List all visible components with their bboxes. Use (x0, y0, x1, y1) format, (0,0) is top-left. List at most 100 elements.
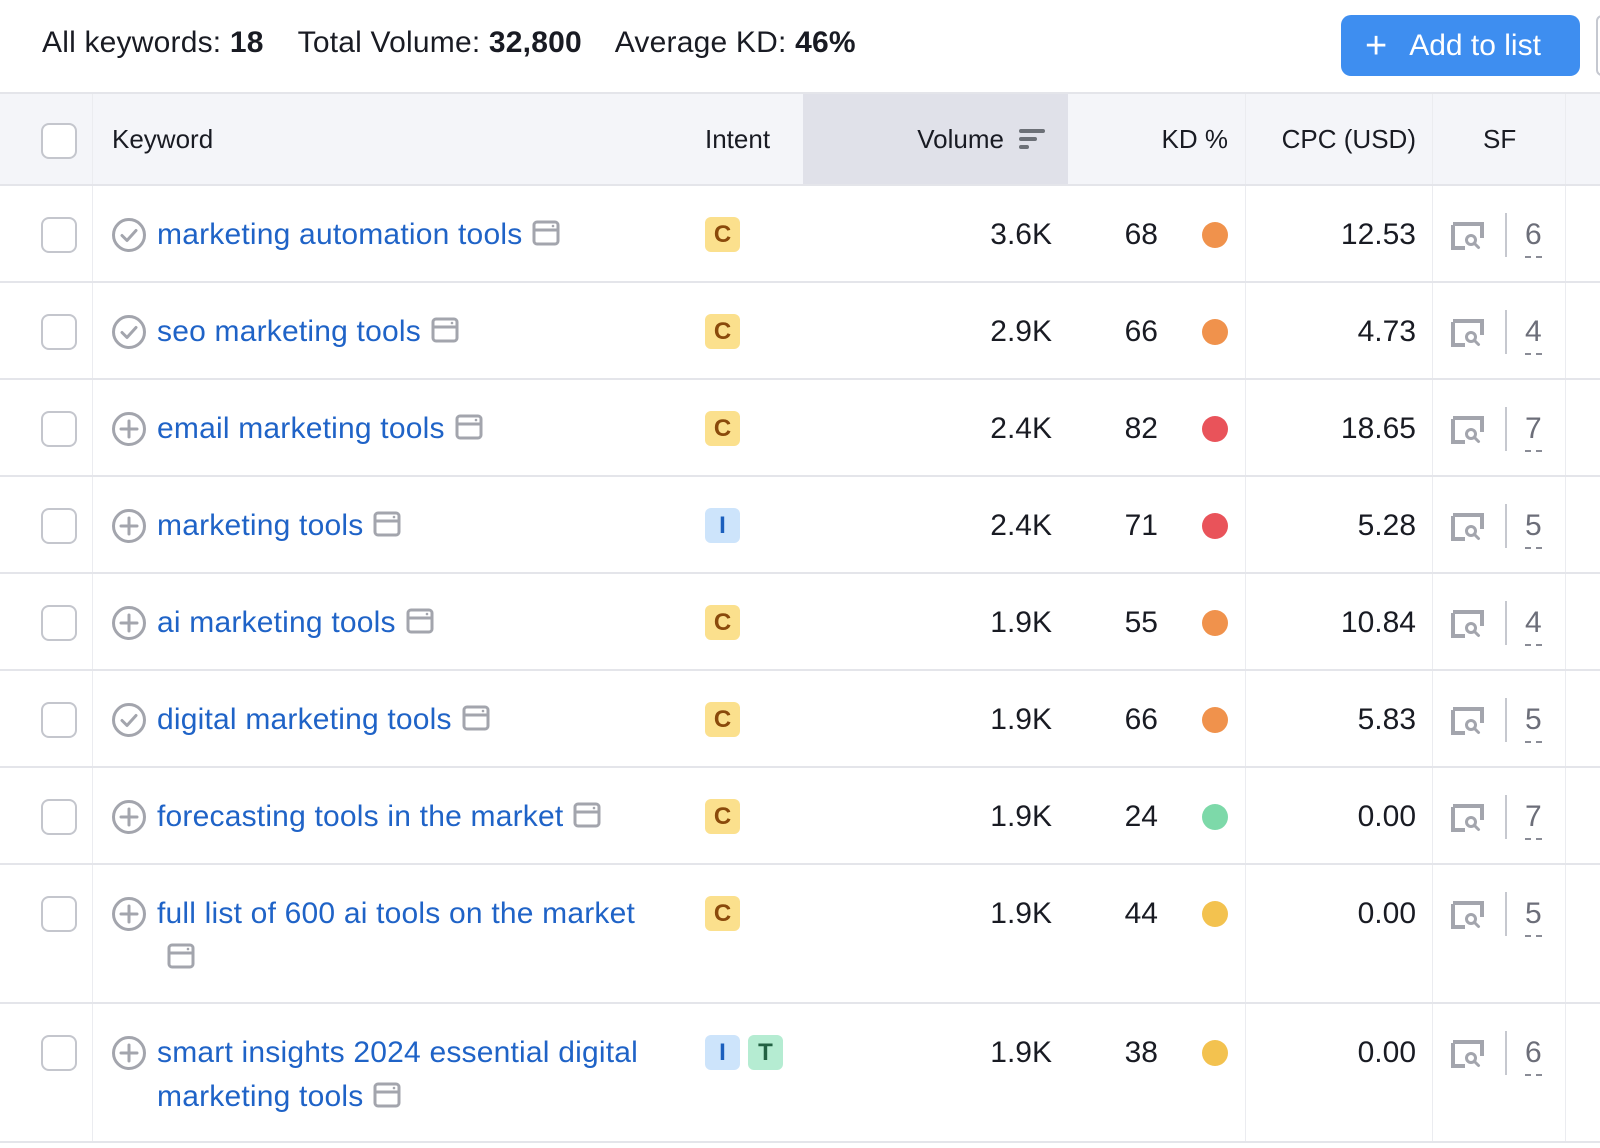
serp-features-count[interactable]: 7 (1525, 800, 1542, 840)
column-divider (1565, 283, 1566, 378)
serp-features-count[interactable]: 5 (1525, 897, 1542, 937)
keyword-link[interactable]: ai marketing tools (157, 601, 657, 645)
column-divider (92, 768, 93, 863)
keyword-link[interactable]: marketing automation tools (157, 213, 657, 257)
keyword-text: marketing automation tools (157, 218, 523, 251)
serp-features-icon[interactable] (1451, 706, 1484, 735)
add-to-list-plus-icon[interactable] (111, 411, 147, 447)
table-row: marketing tools I 2.4K 71 5.28 5 (0, 477, 1600, 574)
add-to-list-plus-icon[interactable] (111, 508, 147, 544)
row-checkbox[interactable] (41, 508, 77, 544)
added-to-list-check-icon[interactable] (111, 314, 147, 350)
cpc-value: 5.83 (1357, 703, 1416, 736)
column-divider (1565, 574, 1566, 669)
serp-preview-icon[interactable] (462, 700, 490, 731)
column-header-intent[interactable]: Intent (705, 94, 770, 184)
intent-badges: C (705, 411, 740, 446)
column-header-sf[interactable]: SF (1483, 94, 1516, 184)
column-divider (1245, 477, 1246, 572)
serp-preview-icon[interactable] (406, 603, 434, 634)
serp-preview-icon[interactable] (167, 938, 195, 969)
serp-features-count[interactable]: 4 (1525, 315, 1542, 355)
intent-badge-c[interactable]: C (705, 217, 740, 252)
volume-value: 2.9K (990, 315, 1052, 348)
row-checkbox[interactable] (41, 799, 77, 835)
all-keywords-label: All keywords: (42, 26, 222, 59)
serp-features-count[interactable]: 7 (1525, 412, 1542, 452)
column-divider (1432, 1004, 1433, 1141)
intent-badge-c[interactable]: C (705, 702, 740, 737)
serp-preview-icon[interactable] (373, 506, 401, 537)
row-checkbox[interactable] (41, 702, 77, 738)
serp-features-icon[interactable] (1451, 900, 1484, 929)
intent-badge-c[interactable]: C (705, 314, 740, 349)
sf-separator (1505, 601, 1507, 645)
add-to-list-plus-icon[interactable] (111, 896, 147, 932)
keyword-link[interactable]: seo marketing tools (157, 310, 657, 354)
keyword-link[interactable]: forecasting tools in the market (157, 795, 657, 839)
serp-preview-icon[interactable] (532, 215, 560, 246)
keyword-link[interactable]: email marketing tools (157, 407, 657, 451)
intent-badges: C (705, 314, 740, 349)
column-header-kd[interactable]: KD % (1162, 94, 1228, 184)
serp-preview-icon[interactable] (431, 312, 459, 343)
serp-features-count[interactable]: 4 (1525, 606, 1542, 646)
serp-features-icon[interactable] (1451, 512, 1484, 541)
serp-features-count[interactable]: 6 (1525, 218, 1542, 258)
keyword-link[interactable]: smart insights 2024 essential digital ma… (157, 1031, 657, 1119)
intent-badge-c[interactable]: C (705, 799, 740, 834)
keyword-link[interactable]: full list of 600 ai tools on the market (157, 892, 657, 980)
add-to-list-button[interactable]: + Add to list (1341, 15, 1580, 76)
volume-value: 1.9K (990, 1036, 1052, 1069)
column-divider (1565, 671, 1566, 766)
row-checkbox[interactable] (41, 314, 77, 350)
volume-value: 2.4K (990, 412, 1052, 445)
serp-features-icon[interactable] (1451, 221, 1484, 250)
intent-badge-t[interactable]: T (748, 1035, 783, 1070)
intent-badge-c[interactable]: C (705, 411, 740, 446)
serp-features-icon[interactable] (1451, 415, 1484, 444)
column-header-volume[interactable]: Volume (803, 94, 1068, 184)
column-divider (1245, 768, 1246, 863)
column-divider (1432, 671, 1433, 766)
row-checkbox[interactable] (41, 896, 77, 932)
column-divider (1565, 477, 1566, 572)
more-actions-button[interactable] (1596, 15, 1600, 76)
table-row: ai marketing tools C 1.9K 55 10.84 4 (0, 574, 1600, 671)
serp-features-count[interactable]: 5 (1525, 703, 1542, 743)
column-divider (1245, 186, 1246, 281)
keyword-link[interactable]: marketing tools (157, 504, 657, 548)
serp-features-count[interactable]: 5 (1525, 509, 1542, 549)
added-to-list-check-icon[interactable] (111, 217, 147, 253)
keyword-link[interactable]: digital marketing tools (157, 698, 657, 742)
serp-preview-icon[interactable] (373, 1077, 401, 1108)
intent-badge-i[interactable]: I (705, 508, 740, 543)
serp-features-icon[interactable] (1451, 1039, 1484, 1068)
select-all-checkbox[interactable] (41, 123, 77, 159)
serp-preview-icon[interactable] (455, 409, 483, 440)
row-checkbox[interactable] (41, 1035, 77, 1071)
cpc-value: 10.84 (1340, 606, 1416, 639)
column-label: Keyword (112, 123, 214, 154)
add-to-list-plus-icon[interactable] (111, 799, 147, 835)
serp-features-icon[interactable] (1451, 318, 1484, 347)
row-checkbox[interactable] (41, 411, 77, 447)
intent-badge-c[interactable]: C (705, 896, 740, 931)
column-divider (1432, 574, 1433, 669)
serp-features-icon[interactable] (1451, 803, 1484, 832)
intent-badge-i[interactable]: I (705, 1035, 740, 1070)
column-divider (1565, 1004, 1566, 1141)
add-to-list-plus-icon[interactable] (111, 605, 147, 641)
sf-separator (1505, 1031, 1507, 1075)
serp-preview-icon[interactable] (573, 797, 601, 828)
column-header-keyword[interactable]: Keyword (112, 94, 213, 184)
column-divider (92, 283, 93, 378)
added-to-list-check-icon[interactable] (111, 702, 147, 738)
intent-badge-c[interactable]: C (705, 605, 740, 640)
row-checkbox[interactable] (41, 605, 77, 641)
serp-features-icon[interactable] (1451, 609, 1484, 638)
serp-features-count[interactable]: 6 (1525, 1036, 1542, 1076)
row-checkbox[interactable] (41, 217, 77, 253)
add-to-list-plus-icon[interactable] (111, 1035, 147, 1071)
column-header-cpc[interactable]: CPC (USD) (1282, 94, 1416, 184)
